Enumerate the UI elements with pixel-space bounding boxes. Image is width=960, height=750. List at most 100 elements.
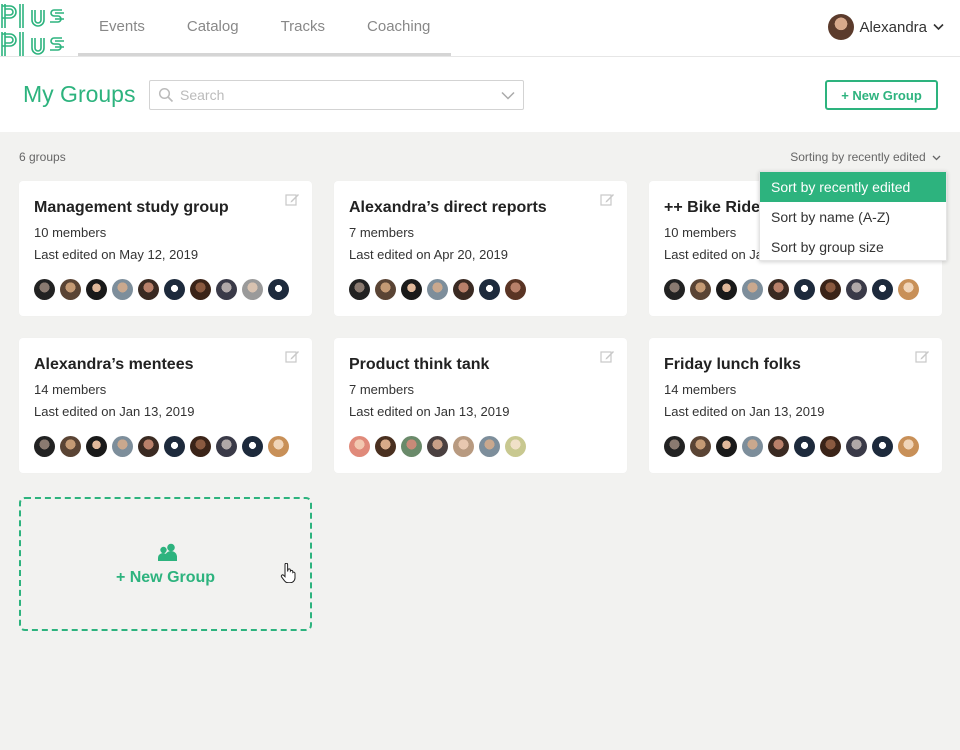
group-name[interactable]: Alexandra’s direct reports — [349, 199, 547, 217]
avatar — [401, 436, 422, 457]
group-name[interactable]: ++ Bike Rides — [664, 199, 769, 217]
group-last-edited: Last edited on Jan 13, 2019 — [34, 404, 195, 419]
search-box[interactable] — [149, 80, 524, 110]
new-group-button[interactable]: + New Group — [825, 80, 938, 110]
group-members: 10 members — [34, 225, 107, 240]
chevron-down-icon — [933, 23, 944, 31]
avatar — [742, 436, 763, 457]
avatar — [60, 279, 81, 300]
avatar — [242, 436, 263, 457]
avatar — [453, 436, 474, 457]
tab-coaching[interactable]: Coaching — [346, 0, 451, 53]
group-last-edited: Last edited on May 12, 2019 — [34, 247, 199, 262]
new-group-label: + New Group — [115, 569, 216, 586]
user-name: Alexandra — [859, 18, 927, 36]
avatar — [216, 279, 237, 300]
avatar — [794, 436, 815, 457]
new-group-card[interactable]: + New Group — [19, 497, 312, 631]
group-name[interactable]: Management study group — [34, 199, 229, 217]
group-card[interactable]: Alexandra’s direct reports 7 members Las… — [334, 181, 627, 316]
tab-events[interactable]: Events — [78, 0, 166, 53]
avatar — [349, 279, 370, 300]
avatar — [268, 436, 289, 457]
avatar — [375, 279, 396, 300]
avatar — [690, 436, 711, 457]
avatar — [216, 436, 237, 457]
member-avatars — [664, 436, 924, 457]
top-nav: Events Catalog Tracks Coaching Alexandra — [0, 0, 960, 57]
member-avatars — [349, 436, 531, 457]
group-last-edited: Last edited on Apr 20, 2019 — [349, 247, 509, 262]
page-header: My Groups + New Group — [0, 57, 960, 132]
sort-option-recently-edited[interactable]: Sort by recently edited — [760, 172, 946, 202]
user-menu[interactable]: Alexandra — [828, 14, 944, 40]
edit-icon[interactable] — [600, 192, 615, 207]
member-avatars — [664, 279, 924, 300]
tab-catalog[interactable]: Catalog — [166, 0, 260, 53]
group-name[interactable]: Friday lunch folks — [664, 356, 801, 374]
avatar — [664, 436, 685, 457]
sort-dropdown-trigger[interactable]: Sorting by recently edited — [790, 150, 941, 164]
avatar — [846, 279, 867, 300]
avatar — [349, 436, 370, 457]
plusplus-logo[interactable] — [0, 2, 68, 58]
avatar — [138, 436, 159, 457]
group-card[interactable]: Alexandra’s mentees 14 members Last edit… — [19, 338, 312, 473]
group-members: 7 members — [349, 382, 415, 397]
avatar — [872, 436, 893, 457]
avatar — [846, 436, 867, 457]
user-avatar — [828, 14, 855, 40]
avatar — [505, 436, 526, 457]
avatar — [86, 436, 107, 457]
search-input[interactable] — [180, 87, 501, 103]
avatar — [34, 436, 55, 457]
group-count: 6 groups — [19, 150, 66, 164]
avatar — [190, 279, 211, 300]
sort-label: Sorting by recently edited — [790, 150, 926, 164]
avatar — [375, 436, 396, 457]
avatar — [401, 279, 422, 300]
avatar — [820, 436, 841, 457]
avatar — [690, 279, 711, 300]
group-card[interactable]: Product think tank 7 members Last edited… — [334, 338, 627, 473]
sort-menu: Sort by recently edited Sort by name (A-… — [759, 171, 947, 261]
group-icon — [158, 543, 177, 561]
group-last-edited: Last edited on Jan 13, 2019 — [664, 404, 825, 419]
group-card[interactable]: Friday lunch folks 14 members Last edite… — [649, 338, 942, 473]
page-title: My Groups — [23, 81, 136, 107]
avatar — [242, 279, 263, 300]
avatar — [164, 279, 185, 300]
avatar — [742, 279, 763, 300]
group-members: 7 members — [349, 225, 415, 240]
avatar — [112, 279, 133, 300]
chevron-down-icon[interactable] — [501, 91, 515, 100]
edit-icon[interactable] — [600, 349, 615, 364]
avatar — [427, 279, 448, 300]
member-avatars — [34, 436, 294, 457]
avatar — [112, 436, 133, 457]
avatar — [190, 436, 211, 457]
avatar — [138, 279, 159, 300]
tab-tracks[interactable]: Tracks — [260, 0, 346, 53]
avatar — [716, 279, 737, 300]
group-name[interactable]: Product think tank — [349, 356, 489, 374]
avatar — [716, 436, 737, 457]
sort-option-name[interactable]: Sort by name (A-Z) — [760, 202, 946, 232]
sort-option-group-size[interactable]: Sort by group size — [760, 232, 946, 262]
avatar — [453, 279, 474, 300]
group-card[interactable]: Management study group 10 members Last e… — [19, 181, 312, 316]
avatar — [479, 279, 500, 300]
edit-icon[interactable] — [915, 349, 930, 364]
avatar — [768, 436, 789, 457]
avatar — [872, 279, 893, 300]
avatar — [60, 436, 81, 457]
edit-icon[interactable] — [285, 349, 300, 364]
group-members: 14 members — [34, 382, 107, 397]
avatar — [664, 279, 685, 300]
group-name[interactable]: Alexandra’s mentees — [34, 356, 193, 374]
member-avatars — [349, 279, 531, 300]
nav-tabs: Events Catalog Tracks Coaching — [78, 0, 452, 56]
edit-icon[interactable] — [285, 192, 300, 207]
avatar — [794, 279, 815, 300]
group-last-edited: Last edited on Jan 13, 2019 — [349, 404, 510, 419]
